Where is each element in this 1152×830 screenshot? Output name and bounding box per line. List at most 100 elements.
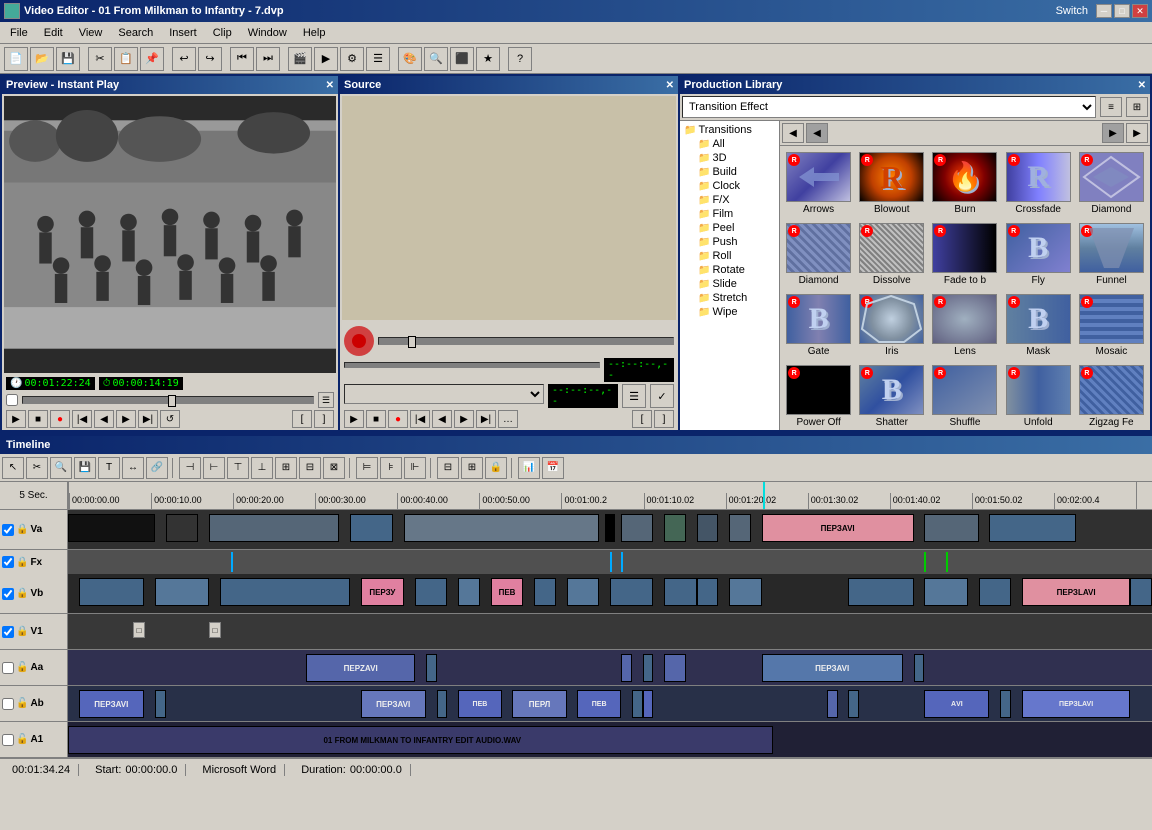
clip-aa-1[interactable]: ПЕРZAVI — [306, 654, 414, 682]
lib-nav-right2[interactable]: ▶ — [1102, 123, 1124, 143]
sticker-button[interactable]: ★ — [476, 47, 500, 71]
effect-button[interactable]: 🎨 — [398, 47, 422, 71]
tl-trim-btn[interactable]: ⊤ — [227, 457, 249, 479]
clip-ab-4[interactable] — [437, 690, 448, 718]
menu-clip[interactable]: Clip — [205, 25, 240, 41]
clip-vb-1[interactable] — [79, 578, 144, 606]
tl-chart-btn[interactable]: 📊 — [518, 457, 540, 479]
tree-item-all[interactable]: 📁 All — [682, 137, 777, 151]
clip-ab-7[interactable]: ПЕВ — [577, 690, 620, 718]
cut-button[interactable]: ✂ — [88, 47, 112, 71]
clip-va-9[interactable] — [697, 514, 719, 542]
clip-ab-11[interactable] — [848, 690, 859, 718]
library-list-view-button[interactable]: ≡ — [1100, 97, 1122, 117]
lib-item-burn[interactable]: R 🔥 Burn — [930, 150, 999, 217]
lib-item-arrows[interactable]: R Arrows — [784, 150, 853, 217]
close-button[interactable]: ✕ — [1132, 4, 1148, 18]
clip-ab-1[interactable]: ПЕРЗAVI — [79, 690, 144, 718]
tl-zoom-tool[interactable]: 🔍 — [50, 457, 72, 479]
preview-close-button[interactable]: ✕ — [326, 80, 334, 91]
clip-va-10[interactable] — [729, 514, 751, 542]
source-play-button[interactable]: ▶ — [344, 410, 364, 428]
library-close-button[interactable]: ✕ — [1138, 80, 1146, 91]
clip-va-pink[interactable]: ПЕРЗAVI — [762, 514, 914, 542]
source-close-button[interactable]: ✕ — [666, 80, 674, 91]
open-button[interactable]: 📂 — [30, 47, 54, 71]
lib-item-blowout[interactable]: R R Blowout — [857, 150, 926, 217]
tl-extend-btn[interactable]: ⊥ — [251, 457, 273, 479]
menu-window[interactable]: Window — [240, 25, 295, 41]
preview-out-point[interactable]: ] — [314, 410, 334, 428]
clip-vb-2[interactable] — [155, 578, 209, 606]
clip-vb-13[interactable] — [924, 578, 967, 606]
clip-aa-4[interactable] — [643, 654, 654, 682]
clip-ab-5[interactable]: ПЕВ — [458, 690, 501, 718]
clip-va-6[interactable] — [605, 514, 616, 542]
lib-item-shatter[interactable]: R B Shatter — [857, 363, 926, 430]
track-fx-checkbox[interactable] — [2, 556, 14, 568]
source-scrubber[interactable] — [378, 337, 674, 345]
clip-aa-3[interactable] — [621, 654, 632, 682]
tree-item-3d[interactable]: 📁 3D — [682, 151, 777, 165]
clip-ab-3[interactable]: ПЕРЗAVI — [361, 690, 426, 718]
clip-vb-4[interactable] — [415, 578, 448, 606]
export-button[interactable]: ▶ — [314, 47, 338, 71]
source-dropdown[interactable] — [344, 384, 544, 404]
tree-item-wipe[interactable]: 📁 Wipe — [682, 305, 777, 319]
source-record-indicator[interactable]: ● — [388, 410, 408, 428]
menu-edit[interactable]: Edit — [36, 25, 71, 41]
overlay-button[interactable]: ⬛ — [450, 47, 474, 71]
v1-clip-1[interactable]: □ — [133, 622, 145, 638]
source-in-point[interactable]: [ — [632, 410, 652, 428]
tree-item-roll[interactable]: 📁 Roll — [682, 249, 777, 263]
tl-distribute[interactable]: ⊩ — [404, 457, 426, 479]
batch-button[interactable]: ☰ — [366, 47, 390, 71]
track-content-va[interactable]: ПЕРЗAVI — [68, 510, 1152, 549]
lib-item-gate[interactable]: R B Gate — [784, 292, 853, 359]
switch-button[interactable]: Switch — [1056, 5, 1088, 17]
preview-checkbox[interactable] — [6, 394, 18, 406]
clip-va-3[interactable] — [209, 514, 339, 542]
clip-ab-8[interactable] — [632, 690, 643, 718]
clip-ab-6[interactable]: ПЕРЛ — [512, 690, 566, 718]
v1-clip-2[interactable]: □ — [209, 622, 221, 638]
tl-insert-btn[interactable]: ⊞ — [275, 457, 297, 479]
clip-vb-pink2[interactable]: ПЕВ — [491, 578, 524, 606]
track-content-vb[interactable]: ПЕРЗУ ПЕВ ПЕРЗLAVI — [68, 574, 1152, 613]
lib-item-crossfade[interactable]: R R Crossfade — [1004, 150, 1073, 217]
tl-align-right[interactable]: ⊧ — [380, 457, 402, 479]
source-stop-button[interactable]: ■ — [366, 410, 386, 428]
source-grid-btn[interactable]: ☰ — [622, 384, 646, 408]
lib-item-fly[interactable]: R B Fly — [1004, 221, 1073, 288]
clip-va-8[interactable] — [664, 514, 686, 542]
preview-menu-button[interactable]: ☰ — [318, 392, 334, 408]
settings-button[interactable]: ⚙ — [340, 47, 364, 71]
new-button[interactable]: 📄 — [4, 47, 28, 71]
preview-next-frame[interactable]: ▶ — [116, 410, 136, 428]
track-v1-checkbox[interactable] — [2, 626, 14, 638]
preview-prev-mark[interactable]: |◀ — [72, 410, 92, 428]
tree-item-peel[interactable]: 📁 Peel — [682, 221, 777, 235]
tl-lock-btn[interactable]: 🔒 — [485, 457, 507, 479]
tl-text-tool[interactable]: T — [98, 457, 120, 479]
menu-help[interactable]: Help — [295, 25, 334, 41]
tree-item-stretch[interactable]: 📁 Stretch — [682, 291, 777, 305]
clip-vb-5[interactable] — [458, 578, 480, 606]
clip-vb-7[interactable] — [567, 578, 600, 606]
paste-button[interactable]: 📌 — [140, 47, 164, 71]
tl-align-left[interactable]: ⊨ — [356, 457, 378, 479]
preview-loop-button[interactable]: ↺ — [160, 410, 180, 428]
lib-item-lens[interactable]: R Lens — [930, 292, 999, 359]
clip-va-11[interactable] — [924, 514, 978, 542]
source-prev-mark[interactable]: |◀ — [410, 410, 430, 428]
clip-ab-9[interactable] — [643, 690, 654, 718]
preview-scrubber[interactable] — [22, 396, 314, 404]
clip-aa-2[interactable] — [426, 654, 437, 682]
preview-in-point[interactable]: [ — [292, 410, 312, 428]
tl-group-btn[interactable]: ⊟ — [437, 457, 459, 479]
clip-va-12[interactable] — [989, 514, 1076, 542]
tl-select-tool[interactable]: ↖ — [2, 457, 24, 479]
tree-item-push[interactable]: 📁 Push — [682, 235, 777, 249]
track-a1-checkbox[interactable] — [2, 734, 14, 746]
tl-ungroup-btn[interactable]: ⊞ — [461, 457, 483, 479]
